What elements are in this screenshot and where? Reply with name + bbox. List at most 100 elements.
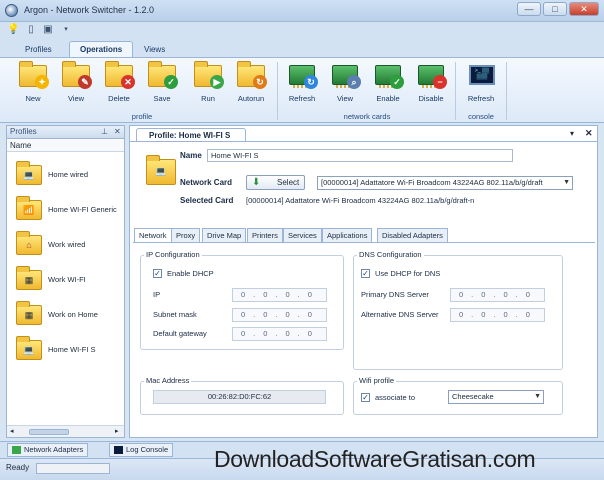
default-gateway-field[interactable]: 0.0.0.0 (232, 327, 327, 341)
selected-card-label: Selected Card (180, 196, 234, 205)
folder-icon: ▦ (16, 266, 42, 290)
profile-folder-icon: 💻 (144, 153, 178, 187)
refresh-cards-button[interactable]: ↻ Refresh (281, 60, 323, 110)
primary-dns-label: Primary DNS Server (361, 290, 429, 299)
alternative-dns-label: Alternative DNS Server (361, 310, 439, 319)
building-icon: ▦ (24, 310, 34, 320)
folder-icon: 📶 (16, 196, 42, 220)
dns-configuration-title: DNS Configuration (357, 250, 424, 259)
select-card-button[interactable]: ⬇ Select (246, 175, 305, 190)
dropdown-icon[interactable]: ▾ (570, 129, 574, 138)
laptop-icon: 💻 (155, 166, 167, 176)
subnet-mask-field[interactable]: 0.0.0.0 (232, 308, 327, 322)
building-icon: ▦ (24, 275, 34, 285)
alternative-dns-field[interactable]: 0.0.0.0 (450, 308, 545, 322)
enable-dhcp-label: Enable DHCP (167, 269, 214, 278)
view-profile-button[interactable]: ✎ View (55, 60, 97, 110)
tab-network-adapters[interactable]: Network Adapters (7, 443, 89, 457)
tab-network[interactable]: Network (134, 228, 172, 243)
network-card-label: Network Card (180, 178, 233, 187)
network-card-refresh-icon: ↻ (287, 60, 318, 89)
watermark-text: DownloadSoftwareGratisan.com (214, 446, 536, 472)
new-folder-icon: ✦ (18, 60, 49, 89)
new-profile-button[interactable]: ✦ New (12, 60, 54, 110)
scroll-left-icon[interactable]: ◂ (10, 427, 14, 435)
disable-card-button[interactable]: − Disable (410, 60, 452, 110)
tab-disabled-adapters[interactable]: Disabled Adapters (377, 228, 448, 242)
console-group-label: console (468, 112, 494, 121)
network-adapter-icon (12, 446, 21, 455)
delete-profile-button[interactable]: ✕ Delete (98, 60, 140, 110)
pin-icon[interactable]: ⊥ (101, 126, 108, 138)
minimize-button[interactable]: — (517, 2, 541, 16)
view-card-button[interactable]: ⌕ View (324, 60, 366, 110)
default-gateway-label: Default gateway (153, 329, 207, 338)
tab-drive-map[interactable]: Drive Map (202, 228, 247, 242)
network-card-search-icon: ⌕ (330, 60, 361, 89)
profile-panel: Profile: Home WI-FI S ▾ ✕ 💻 Name Home WI… (129, 125, 598, 438)
tab-log-console[interactable]: Log Console (109, 443, 174, 457)
tab-profiles[interactable]: Profiles (14, 41, 63, 58)
profile-item[interactable]: ▦ Work on Home (16, 298, 124, 328)
network-card-select[interactable]: [00000014] Adattatore Wi-Fi Broadcom 432… (317, 176, 573, 190)
run-profile-button[interactable]: ▶ Run (187, 60, 229, 110)
chevron-down-icon: ▼ (563, 179, 570, 186)
profile-item[interactable]: 💻 Home wired (16, 158, 124, 188)
tab-views[interactable]: Views (133, 41, 176, 58)
use-dhcp-dns-checkbox[interactable]: ✓ (361, 269, 370, 278)
autorun-profile-button[interactable]: ↻ Autorun (230, 60, 272, 110)
lightbulb-icon[interactable]: 💡 (7, 24, 19, 36)
save-icon[interactable]: ▣ (42, 24, 54, 36)
window-title: Argon - Network Switcher - 1.2.0 (24, 5, 155, 15)
tab-operations[interactable]: Operations (69, 41, 134, 58)
wifi-profile-select[interactable]: Cheesecake ▼ (448, 390, 544, 404)
primary-dns-field[interactable]: 0.0.0.0 (450, 288, 545, 302)
ribbon-tabs: Profiles Operations Views (0, 39, 604, 58)
close-button[interactable]: ✕ (569, 2, 599, 16)
ip-label: IP (153, 290, 161, 299)
ip-address-field[interactable]: 0.0.0.0 (232, 288, 327, 302)
mac-address-value: 00:26:82:D0:FC:62 (153, 390, 326, 404)
scrollbar-thumb[interactable] (29, 429, 69, 435)
divider (130, 141, 597, 142)
tab-applications[interactable]: Applications (322, 228, 373, 242)
close-panel-icon[interactable]: ✕ (114, 126, 121, 138)
horizontal-scrollbar[interactable]: ◂ ▸ (7, 425, 124, 437)
quick-access-toolbar: 💡 ▯ ▣ ▾ (0, 22, 604, 39)
refresh-console-button[interactable]: >_ ▒▒ ▒▒▒ Refresh (460, 60, 502, 110)
folder-icon: ⌂ (16, 231, 42, 255)
name-column-header[interactable]: Name (7, 140, 124, 152)
profiles-panel-title: Profiles (10, 127, 37, 136)
divider (133, 242, 595, 243)
ribbon: ✦ New ✎ View ✕ Delete ✓ Save ▶ Run ↻ Aut… (0, 57, 604, 123)
ip-configuration-title: IP Configuration (144, 250, 202, 259)
laptop-icon: 💻 (23, 170, 35, 180)
profiles-panel-header: Profiles ⊥ ✕ (7, 126, 124, 139)
tab-services[interactable]: Services (283, 228, 322, 242)
save-profile-button[interactable]: ✓ Save (141, 60, 183, 110)
document-icon[interactable]: ▯ (25, 24, 37, 36)
tab-printers[interactable]: Printers (247, 228, 283, 242)
run-folder-icon: ▶ (193, 60, 224, 89)
scroll-right-icon[interactable]: ▸ (115, 427, 119, 435)
console-icon: >_ ▒▒ ▒▒▒ (466, 60, 496, 88)
app-icon (5, 4, 18, 17)
maximize-button[interactable]: □ (543, 2, 567, 16)
profile-document-tab[interactable]: Profile: Home WI-FI S (136, 128, 246, 142)
profile-item[interactable]: ▦ Work WI-FI (16, 263, 124, 293)
profile-item[interactable]: 💻 Home WI-FI S (16, 333, 124, 363)
tab-proxy[interactable]: Proxy (171, 228, 201, 242)
name-field[interactable]: Home WI-FI S (207, 149, 513, 162)
close-document-icon[interactable]: ✕ (585, 128, 593, 139)
chevron-down-icon: ▼ (534, 393, 541, 400)
associate-checkbox[interactable]: ✓ (361, 393, 370, 402)
folder-icon: 💻 (16, 336, 42, 360)
enable-card-button[interactable]: ✓ Enable (367, 60, 409, 110)
profile-item[interactable]: 📶 Home WI-FI Generic (16, 193, 124, 223)
name-label: Name (180, 151, 202, 160)
enable-dhcp-checkbox[interactable]: ✓ (153, 269, 162, 278)
edit-folder-icon: ✎ (61, 60, 92, 89)
customize-dropdown-icon[interactable]: ▾ (60, 24, 72, 36)
status-progress-bar (36, 463, 110, 474)
profile-item[interactable]: ⌂ Work wired (16, 228, 124, 258)
